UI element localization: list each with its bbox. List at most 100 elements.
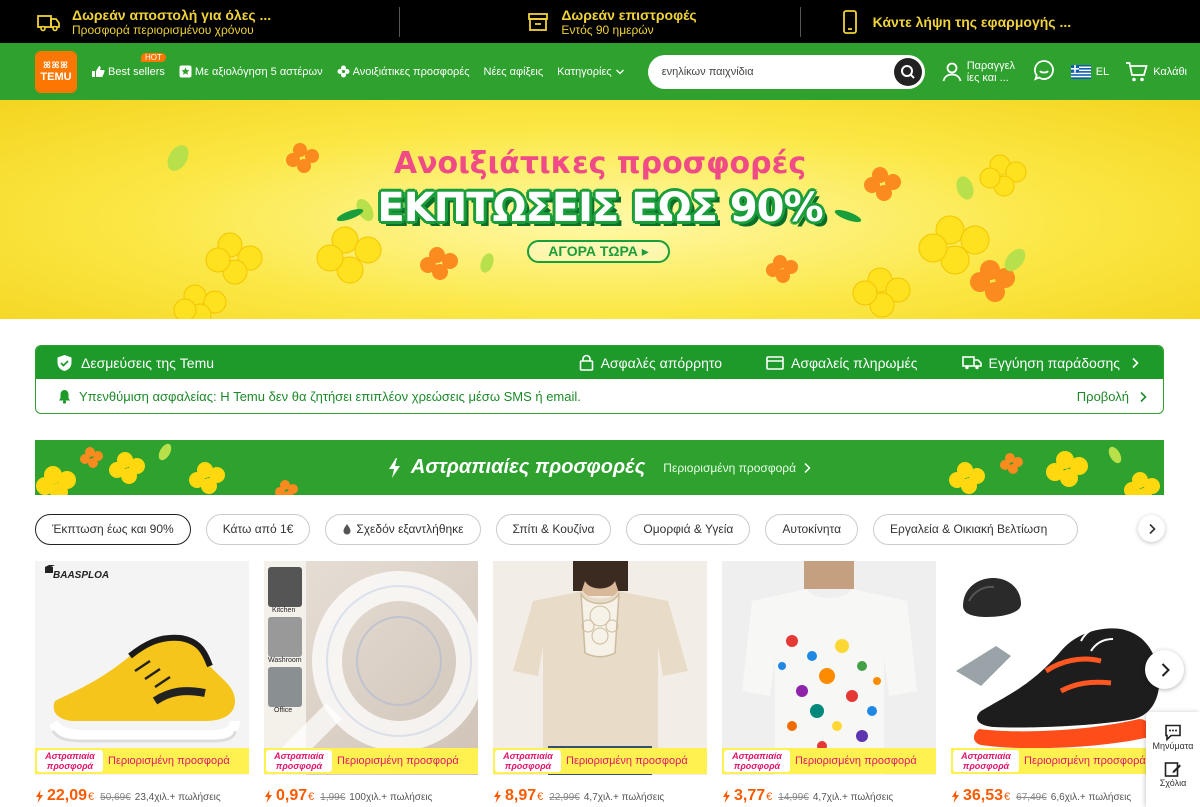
hero-title: Ανοιξιάτικες προσφορές xyxy=(393,146,807,181)
feedback-button[interactable]: Σχόλια xyxy=(1146,761,1200,788)
washroom-label: Washroom xyxy=(268,657,302,664)
nav-spring-deals[interactable]: Ανοιξιάτικες προσφορές xyxy=(337,65,470,78)
sold-count: 100χιλ.+ πωλήσεις xyxy=(349,792,433,803)
nav-label: Ανοιξιάτικες προσφορές xyxy=(352,65,470,78)
chip-almost-sold-out[interactable]: Σχεδόν εξαντλήθηκε xyxy=(325,513,481,545)
lightning-icon xyxy=(952,789,959,803)
cart-button[interactable]: Καλάθι xyxy=(1125,61,1187,83)
shield-check-icon xyxy=(57,354,72,371)
chip-beauty-health[interactable]: Ομορφιά & Υγεία xyxy=(626,513,751,545)
feedback-edit-icon xyxy=(1164,762,1181,777)
message-icon xyxy=(1165,724,1181,741)
product-card[interactable]: Αστραπιαία προσφορά Περιορισμένη προσφορ… xyxy=(722,561,936,807)
product-card[interactable]: BAASPLOA Αστραπιαία προσφορά Περιορισμέν… xyxy=(35,561,249,807)
card-icon xyxy=(766,355,784,370)
star-badge-icon xyxy=(179,65,192,78)
chip-automotive[interactable]: Αυτοκίνητα xyxy=(765,513,859,545)
current-price: 22,09 xyxy=(47,787,88,804)
product-image[interactable] xyxy=(493,561,707,775)
product-price: 3,77 € 14,99€ 4,7χιλ.+ πωλήσεις xyxy=(722,787,893,805)
chip-under-1-euro[interactable]: Κάτω από 1€ xyxy=(205,513,311,545)
orders-label: Παραγγελ ίες και ... xyxy=(966,59,1016,84)
language-selector[interactable]: EL xyxy=(1070,64,1110,79)
chevron-right-icon xyxy=(1161,662,1170,677)
product-image[interactable] xyxy=(951,561,1165,775)
orders-account-button[interactable]: Παραγγελ ίες και ... xyxy=(941,60,1021,84)
search-button[interactable] xyxy=(893,57,922,86)
chat-smile-icon xyxy=(1033,60,1054,81)
commitments-header[interactable]: Δεσμεύσεις της Temu Ασφαλές απόρρητο Ασφ… xyxy=(36,346,1163,379)
product-image[interactable]: BAASPLOA xyxy=(35,561,249,775)
badge-line1: Αστραπιαία xyxy=(961,751,1011,761)
chip-up-to-90[interactable]: Έκπτωση έως και 90% xyxy=(35,513,191,545)
promo-free-returns[interactable]: Δωρεάν επιστροφές Εντός 90 ημερών xyxy=(400,0,799,43)
currency: € xyxy=(88,791,95,803)
lightning-deals-banner[interactable]: Αστραπιαίες προσφορές Περιορισμένη προσφ… xyxy=(35,440,1164,495)
commitment-label: Ασφαλείς πληρωμές xyxy=(790,354,918,371)
promo-line1: Κάντε λήψη της εφαρμογής ... xyxy=(872,13,1072,30)
lightning-deal-badge: Αστραπιαία προσφορά xyxy=(953,750,1019,772)
chevron-right-icon xyxy=(804,462,811,473)
logo-mark: ꕤꕤꕤ xyxy=(43,60,69,70)
product-grid: BAASPLOA Αστραπιαία προσφορά Περιορισμέν… xyxy=(35,561,1165,807)
chevron-right-icon xyxy=(1148,523,1156,534)
shop-now-button[interactable]: ΑΓΟΡΑ ΤΩΡΑ ▸ xyxy=(527,240,670,263)
nav-categories[interactable]: Κατηγορίες xyxy=(557,66,628,78)
nav-best-sellers[interactable]: Best sellers HOT xyxy=(91,53,166,78)
main-nav: Best sellers HOT Με αξιολόγηση 5 αστέρων… xyxy=(91,53,642,78)
logo-text: TEMU xyxy=(40,71,72,83)
badge-line1: Αστραπιαία xyxy=(274,751,324,761)
lightning-deal-badge: Αστραπιαία προσφορά xyxy=(266,750,332,772)
category-chips: Έκπτωση έως και 90% Κάτω από 1€ Σχεδόν ε… xyxy=(35,513,1165,545)
sold-count: 4,7χιλ.+ πωλήσεις xyxy=(583,792,665,803)
promo-free-shipping[interactable]: Δωρεάν αποστολή για όλες ... Προσφορά πε… xyxy=(0,0,399,43)
nav-label: Νέες αφίξεις xyxy=(483,65,544,78)
badge-line2: προσφορά xyxy=(733,761,781,771)
messages-button[interactable]: Μηνύματα xyxy=(1146,724,1200,751)
nav-new-arrivals[interactable]: Νέες αφίξεις xyxy=(484,66,544,78)
current-price: 8,97 xyxy=(505,787,537,804)
commitment-delivery[interactable]: Εγγύηση παράδοσης xyxy=(961,354,1147,371)
promo-app-download[interactable]: Κάντε λήψη της εφαρμογής ... xyxy=(801,0,1200,43)
product-image[interactable]: Kitchen Washroom Office xyxy=(264,561,478,775)
product-image[interactable] xyxy=(722,561,936,775)
view-label: Προβολή xyxy=(1076,389,1129,404)
promo-line2: Προσφορά περιορισμένου χρόνου xyxy=(72,22,254,37)
temu-logo[interactable]: ꕤꕤꕤ TEMU xyxy=(35,50,77,93)
search-icon xyxy=(900,64,915,79)
support-chat-button[interactable] xyxy=(1033,59,1055,84)
spring-sale-banner[interactable]: Ανοιξιάτικες προσφορές ΕΚΠΤΩΣΕΙΣ ΕΩΣ 90%… xyxy=(0,100,1200,319)
language-code: EL xyxy=(1095,65,1110,78)
temu-commitments: Δεσμεύσεις της Temu Ασφαλές απόρρητο Ασφ… xyxy=(35,345,1164,414)
chips-scroll-right-button[interactable] xyxy=(1138,515,1165,542)
chip-home-kitchen[interactable]: Σπίτι & Κουζίνα xyxy=(495,513,612,545)
deals-subtitle: Περιορισμένη προσφορά xyxy=(663,461,812,475)
commitment-payments[interactable]: Ασφαλείς πληρωμές xyxy=(766,355,918,371)
security-reminder: Υπενθύμιση ασφαλείας: Η Temu δεν θα ζητή… xyxy=(36,379,1163,413)
commitment-privacy[interactable]: Ασφαλές απόρρητο xyxy=(579,354,722,371)
currency: € xyxy=(766,791,773,803)
original-price: 14,99€ xyxy=(778,792,809,803)
promo-line2: Εντός 90 ημερών xyxy=(561,22,654,37)
chevron-right-icon xyxy=(1132,357,1139,368)
feedback-label: Σχόλια xyxy=(1159,778,1187,788)
product-price: 22,09 € 50,69€ 23,4χιλ.+ πωλήσεις xyxy=(35,787,221,805)
lightning-deal-tag: Αστραπιαία προσφορά Περιορισμένη προσφορ… xyxy=(722,748,936,774)
bell-icon xyxy=(59,390,70,404)
product-card[interactable]: Αστραπιαία προσφορά Περιορισμένη προσφορ… xyxy=(493,561,707,807)
nav-five-star[interactable]: Με αξιολόγηση 5 αστέρων xyxy=(179,65,323,78)
lightning-icon xyxy=(265,789,272,803)
chip-tools-home[interactable]: Εργαλεία & Οικιακή Βελτίωση xyxy=(873,513,1079,545)
lightning-deal-badge: Αστραπιαία προσφορά xyxy=(495,750,561,772)
product-card[interactable]: Kitchen Washroom Office Αστραπιαία προσφ… xyxy=(264,561,478,807)
badge-line2: προσφορά xyxy=(275,761,323,771)
current-price: 3,77 xyxy=(734,787,766,804)
tape-image: Kitchen Washroom Office xyxy=(264,561,478,775)
search-input[interactable] xyxy=(661,65,894,78)
limited-offer-text: Περιορισμένη προσφορά xyxy=(795,755,917,767)
products-next-button[interactable] xyxy=(1145,650,1184,689)
product-card[interactable]: Αστραπιαία προσφορά Περιορισμένη προσφορ… xyxy=(951,561,1165,807)
commitment-label: Εγγύηση παράδοσης xyxy=(988,354,1120,371)
view-button[interactable]: Προβολή xyxy=(1077,389,1147,404)
lightning-icon xyxy=(723,789,730,803)
